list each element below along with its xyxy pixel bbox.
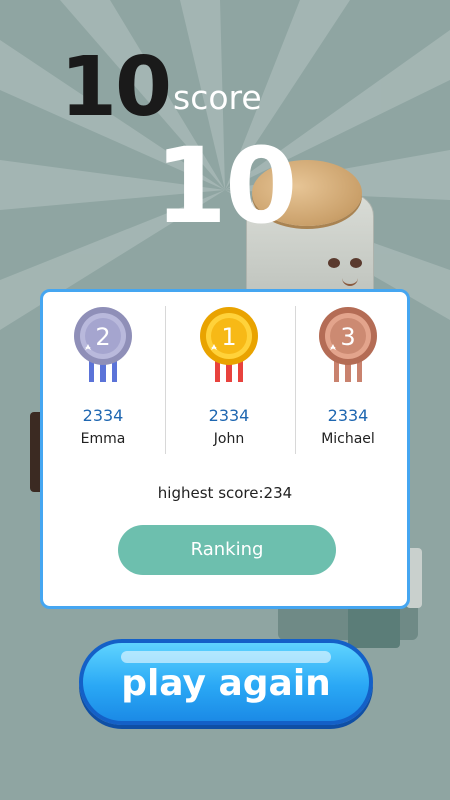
leaderboard-entry-emma: 2 2334 Emma	[48, 306, 158, 447]
entry-score: 2334	[327, 406, 369, 425]
ranking-button[interactable]: Ranking	[118, 525, 336, 575]
gold-medal-icon: 1	[200, 307, 258, 382]
leaderboard-entry-michael: 3 2334 Michael	[293, 306, 403, 447]
play-again-button[interactable]: play again	[79, 639, 373, 725]
button-gloss	[121, 651, 331, 663]
entry-name: Emma	[80, 431, 126, 447]
jar-eye-left	[328, 258, 340, 268]
jar-eye-right	[350, 258, 362, 268]
column-divider	[165, 306, 166, 454]
level-number: 10	[60, 40, 172, 135]
entry-score: 2334	[82, 406, 124, 425]
medal-rank: 1	[221, 323, 236, 351]
score-label: score	[173, 78, 262, 117]
medal-rank: 3	[340, 323, 355, 351]
medal-rank: 2	[95, 323, 110, 351]
entry-name: John	[213, 431, 245, 447]
entry-name: Michael	[321, 431, 375, 447]
score-value: 10	[154, 125, 298, 247]
play-again-label: play again	[121, 663, 331, 704]
leaderboard-card: 2 2334 Emma 1 2334 John 3 2334 Michael h…	[40, 289, 410, 609]
silver-medal-icon: 2	[74, 307, 132, 382]
entry-score: 2334	[208, 406, 250, 425]
leaderboard-entry-john: 1 2334 John	[174, 306, 284, 447]
bronze-medal-icon: 3	[319, 307, 377, 382]
highest-score-text: highest score:234	[157, 484, 293, 502]
